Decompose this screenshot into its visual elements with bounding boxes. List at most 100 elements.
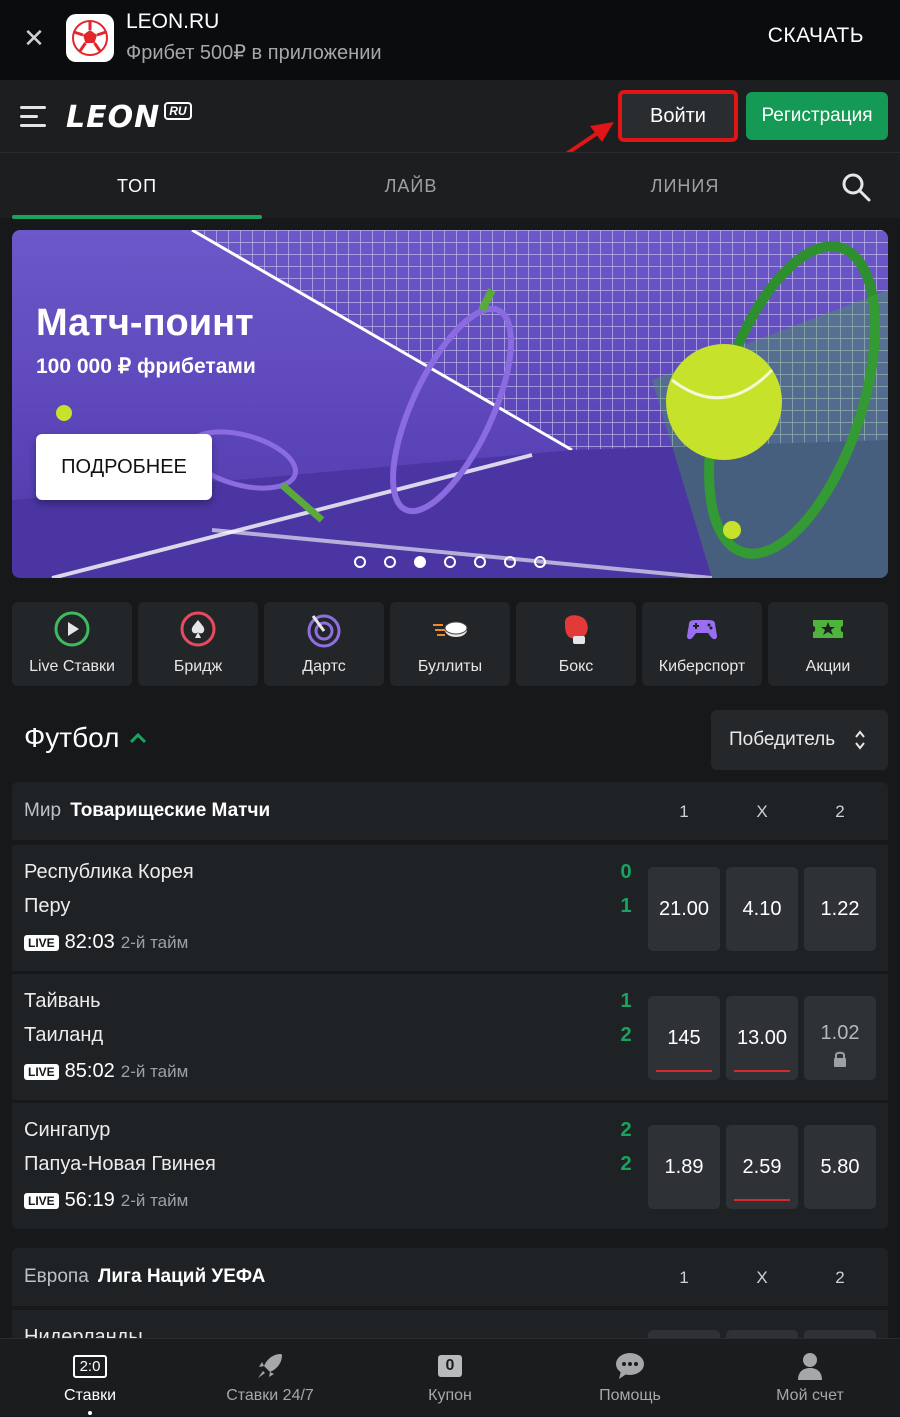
category-live-bets[interactable]: Live Ставки <box>12 602 132 686</box>
column-header-2: 2 <box>835 802 845 821</box>
odd-button-x[interactable]: 4.10 <box>726 867 798 951</box>
nav-label: Мой счет <box>776 1387 844 1404</box>
category-label: Буллиты <box>417 658 483 675</box>
match-time: 56:19 <box>64 1189 115 1211</box>
live-badge: LIVE <box>24 1192 59 1209</box>
main-tabs: ТОП ЛАЙВ ЛИНИЯ <box>0 152 900 219</box>
score-home: 2 <box>620 1119 632 1141</box>
tab-top[interactable]: ТОП <box>12 153 262 219</box>
match-row[interactable]: Сингапур Папуа-Новая Гвинея 2 2 LIVE 56:… <box>12 1103 888 1229</box>
category-shootouts[interactable]: Буллиты <box>390 602 510 686</box>
download-button[interactable]: СКАЧАТЬ <box>768 24 864 48</box>
odd-button-1[interactable]: 145 <box>648 996 720 1080</box>
search-icon[interactable] <box>840 171 872 203</box>
nav-bets[interactable]: 2:0 Ставки <box>0 1339 180 1417</box>
odd-value: 145 <box>667 1026 701 1049</box>
category-esports[interactable]: Киберспорт <box>642 602 762 686</box>
logo-text: LEON <box>66 99 161 135</box>
league-region: Мир <box>24 800 62 821</box>
league-title: Товарищеские Матчи <box>70 800 271 821</box>
live-play-icon <box>54 611 90 647</box>
category-label: Дартс <box>302 658 346 675</box>
odd-button-2-locked: 1.02 <box>804 996 876 1080</box>
site-header: LEON RU Войти Регистрация <box>0 80 900 152</box>
tab-live[interactable]: ЛАЙВ <box>286 153 536 219</box>
odd-button-1[interactable]: 21.00 <box>648 867 720 951</box>
nav-label: Купон <box>428 1387 472 1404</box>
odd-value: 13.00 <box>736 1026 788 1049</box>
odd-button-2[interactable]: 1.22 <box>804 867 876 951</box>
menu-icon[interactable] <box>20 106 46 128</box>
category-label: Киберспорт <box>658 658 746 675</box>
app-promo-bar: ✕ LEON.RU Фрибет 500₽ в приложении СКАЧА… <box>0 0 900 80</box>
tab-line[interactable]: ЛИНИЯ <box>560 153 810 219</box>
carousel-dot[interactable] <box>504 556 516 568</box>
lock-icon <box>834 1051 846 1067</box>
nav-help[interactable]: Помощь <box>540 1339 720 1417</box>
darts-icon <box>307 614 341 648</box>
banner-more-button[interactable]: ПОДРОБНЕЕ <box>36 434 212 500</box>
match-status: LIVE 56:19 2-й тайм <box>24 1189 188 1212</box>
register-button[interactable]: Регистрация <box>746 92 888 140</box>
match-row[interactable]: Тайвань Таиланд 1 2 LIVE 85:02 2-й тайм … <box>12 974 888 1100</box>
chat-icon-wrap <box>614 1351 646 1381</box>
column-header-2: 2 <box>835 1268 845 1287</box>
match-time: 82:03 <box>64 931 115 953</box>
promo-title: LEON.RU <box>126 10 220 33</box>
carousel-dot[interactable] <box>354 556 366 568</box>
category-darts[interactable]: Дартс <box>264 602 384 686</box>
ticket-star-icon <box>813 620 843 638</box>
close-icon[interactable]: ✕ <box>20 24 48 52</box>
category-strip: Live Ставки Бридж Дартс Буллиты Бокс Киб… <box>12 602 888 686</box>
match-period: 2-й тайм <box>120 1061 189 1081</box>
odd-button-x[interactable]: 13.00 <box>726 996 798 1080</box>
scoreboard-icon: 2:0 <box>72 1351 108 1381</box>
sport-section-title[interactable]: Футбол <box>24 722 149 754</box>
leon-logo[interactable]: LEON RU <box>66 99 192 135</box>
category-boxing[interactable]: Бокс <box>516 602 636 686</box>
team-away: Папуа-Новая Гвинея <box>24 1153 216 1175</box>
odd-button-x[interactable]: 2.59 <box>726 1125 798 1209</box>
nav-bets-247[interactable]: Ставки 24/7 <box>180 1339 360 1417</box>
carousel-dot-active[interactable] <box>414 556 426 568</box>
bridge-spade-icon <box>180 611 216 647</box>
login-button[interactable]: Войти <box>618 90 738 142</box>
nav-coupon[interactable]: 0 Купон <box>360 1339 540 1417</box>
live-badge: LIVE <box>24 934 59 951</box>
user-icon-wrap <box>796 1351 824 1381</box>
odd-value: 1.02 <box>820 1021 860 1044</box>
nav-label: Помощь <box>599 1387 661 1404</box>
logo-badge: RU <box>164 102 192 120</box>
sport-title-text: Футбол <box>24 722 120 753</box>
odd-button-2[interactable]: 5.80 <box>804 1125 876 1209</box>
nav-label: Ставки <box>63 1387 117 1404</box>
chevron-up-icon <box>130 732 147 744</box>
carousel-dot[interactable] <box>534 556 546 568</box>
match-status: LIVE 85:02 2-й тайм <box>24 1060 188 1083</box>
bottom-navigation: 2:0 Ставки Ставки 24/7 0 Купон Помощь Мо… <box>0 1338 900 1416</box>
category-label: Акции <box>805 658 851 675</box>
category-label: Live Ставки <box>29 658 115 675</box>
category-promotions[interactable]: Акции <box>768 602 888 686</box>
promo-banner[interactable]: Матч-поинт 100 000 ₽ фрибетами ПОДРОБНЕЕ <box>12 230 888 578</box>
active-nav-dot <box>88 1411 92 1415</box>
league-header[interactable]: Мир Товарищеские Матчи 1 X 2 <box>12 782 888 840</box>
league-header[interactable]: Европа Лига Наций УЕФА 1 X 2 <box>12 1248 888 1306</box>
match-status: LIVE 82:03 2-й тайм <box>24 931 188 954</box>
boxing-glove-icon <box>565 615 588 644</box>
score-away: 2 <box>620 1024 632 1046</box>
banner-title: Матч-поинт <box>36 302 254 344</box>
carousel-dot[interactable] <box>384 556 396 568</box>
carousel-dot[interactable] <box>474 556 486 568</box>
carousel-dot[interactable] <box>444 556 456 568</box>
match-row[interactable]: Республика Корея Перу 0 1 LIVE 82:03 2-й… <box>12 845 888 971</box>
team-home: Тайвань <box>24 990 101 1012</box>
market-selector[interactable]: Победитель <box>711 710 888 770</box>
league-name: Европа Лига Наций УЕФА <box>24 1266 265 1288</box>
odd-button-1[interactable]: 1.89 <box>648 1125 720 1209</box>
league-name: Мир Товарищеские Матчи <box>24 800 270 822</box>
category-bridge[interactable]: Бридж <box>138 602 258 686</box>
banner-subtitle: 100 000 ₽ фрибетами <box>36 355 256 378</box>
coupon-count-badge: 0 <box>437 1355 463 1377</box>
nav-account[interactable]: Мой счет <box>720 1339 900 1417</box>
